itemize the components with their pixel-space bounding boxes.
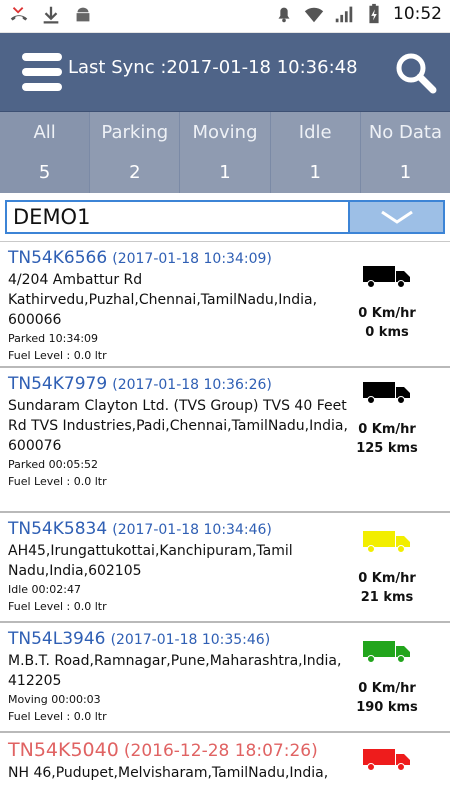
vehicle-status: Parked 00:05:52	[8, 458, 99, 471]
vehicle-plate: TN54K5834	[8, 519, 108, 539]
wifi-icon	[304, 7, 324, 23]
truck-icon	[363, 749, 410, 771]
status-tabs: All 5 Parking 2 Moving 1 Idle 1 No Data …	[0, 111, 450, 193]
tab-count: 5	[38, 162, 51, 183]
vehicle-timestamp: (2017-01-18 10:35:46)	[110, 632, 271, 648]
download-icon	[43, 6, 59, 24]
tab-moving[interactable]: Moving 1	[180, 112, 271, 193]
vehicle-plate: TN54L3946	[8, 629, 106, 649]
vehicle-distance: 0 kms	[365, 325, 409, 340]
vehicle-distance: 21 kms	[360, 590, 414, 605]
tab-count: 1	[309, 162, 321, 183]
app-header: Last Sync :2017-01-18 10:36:48	[0, 33, 450, 111]
vehicle-group-select[interactable]: DEMO1	[5, 200, 349, 234]
tab-label: Moving	[192, 122, 258, 143]
menu-button[interactable]	[22, 53, 62, 91]
menu-icon	[22, 53, 62, 61]
status-time: 10:52	[393, 4, 442, 24]
vehicle-plate: TN54K5040	[8, 739, 119, 761]
tab-label: All	[33, 122, 56, 143]
tab-no-data[interactable]: No Data 1	[360, 112, 450, 193]
tab-count: 2	[129, 162, 141, 183]
vehicle-item[interactable]: TN54K5834 (2017-01-18 10:34:46) AH45,Iru…	[0, 513, 450, 623]
fuel-level: Fuel Level : 0.0 ltr	[8, 349, 107, 362]
truck-icon	[363, 382, 410, 404]
vehicle-address: Sundaram Clayton Ltd. (TVS Group) TVS 40…	[8, 398, 348, 454]
vehicle-timestamp: (2017-01-18 10:34:09)	[112, 251, 272, 267]
chevron-down-icon	[380, 210, 413, 224]
vehicle-distance: 125 kms	[356, 441, 418, 456]
vehicle-speed: 0 Km/hr	[358, 681, 416, 696]
vehicle-item[interactable]: TN54K6566 (2017-01-18 10:34:09) 4/204 Am…	[0, 242, 450, 368]
truck-icon	[363, 641, 410, 663]
battery-icon	[369, 3, 379, 24]
tab-all[interactable]: All 5	[0, 112, 91, 193]
vehicle-timestamp: (2016-12-28 18:07:26)	[123, 741, 318, 761]
vehicle-address: AH45,Irungattukottai,Kanchipuram,Tamil N…	[8, 543, 293, 579]
android-icon	[76, 7, 90, 22]
vehicle-timestamp: (2017-01-18 10:34:46)	[112, 522, 272, 538]
tab-label: Parking	[101, 122, 169, 143]
vehicle-speed: 0 Km/hr	[358, 306, 416, 321]
search-button[interactable]	[392, 49, 438, 95]
tab-idle[interactable]: Idle 1	[270, 112, 361, 193]
tab-count: 1	[219, 162, 231, 183]
vehicle-address: NH 46,Pudupet,Melvisharam,TamilNadu,Indi…	[8, 765, 329, 781]
vehicle-filter: DEMO1	[0, 193, 450, 241]
signal-icon	[335, 6, 353, 23]
vehicle-list: TN54K6566 (2017-01-18 10:34:09) 4/204 Am…	[0, 241, 450, 800]
vehicle-item[interactable]: TN54K5040 (2016-12-28 18:07:26) NH 46,Pu…	[0, 733, 450, 800]
fuel-level: Fuel Level : 0.0 ltr	[8, 475, 107, 488]
vehicle-distance: 190 kms	[356, 700, 418, 715]
vehicle-address: M.B.T. Road,Ramnagar,Pune,Maharashtra,In…	[8, 653, 342, 689]
tab-count: 1	[399, 162, 412, 183]
vehicle-speed: 0 Km/hr	[358, 422, 416, 437]
vehicle-item[interactable]: TN54L3946 (2017-01-18 10:35:46) M.B.T. R…	[0, 623, 450, 733]
last-sync-label: Last Sync :2017-01-18 10:36:48	[68, 57, 358, 78]
tab-label: Idle	[298, 122, 332, 143]
tab-label: No Data	[368, 122, 442, 143]
dropdown-button[interactable]	[348, 200, 445, 234]
alarm-icon	[278, 7, 290, 23]
truck-icon	[363, 531, 410, 553]
truck-icon	[363, 266, 410, 288]
status-bar: 10:52	[0, 0, 450, 33]
vehicle-plate: TN54K6566	[8, 248, 108, 268]
vehicle-timestamp: (2017-01-18 10:36:26)	[112, 377, 272, 393]
vehicle-item[interactable]: TN54K7979 (2017-01-18 10:36:26) Sundaram…	[0, 368, 450, 513]
vehicle-address: 4/204 Ambattur Rd Kathirvedu,Puzhal,Chen…	[8, 272, 318, 328]
tab-parking[interactable]: Parking 2	[90, 112, 181, 193]
vehicle-speed: 0 Km/hr	[358, 571, 416, 586]
missed-call-icon	[10, 7, 28, 21]
vehicle-plate: TN54K7979	[8, 374, 108, 394]
